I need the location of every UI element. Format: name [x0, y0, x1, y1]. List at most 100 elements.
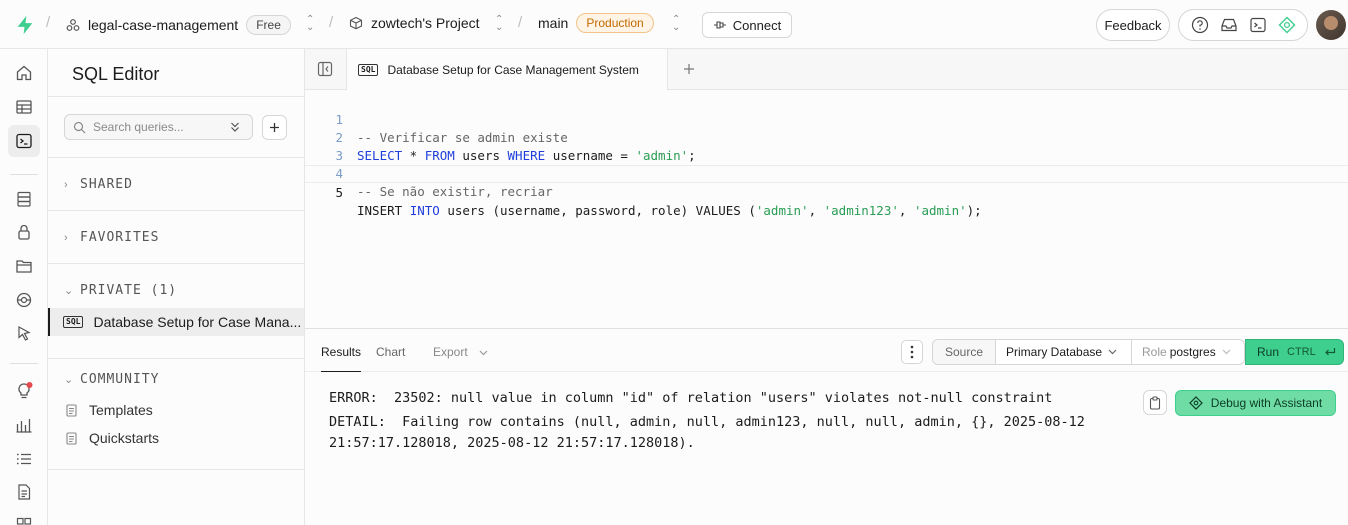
nav-home[interactable] — [8, 57, 40, 89]
chevron-down-icon: ⌄ — [64, 374, 75, 386]
breadcrumb-separator: / — [329, 14, 334, 31]
export-dropdown[interactable]: Export — [433, 345, 488, 359]
sidebar-divider — [48, 210, 304, 211]
chevron-right-icon: › — [64, 231, 69, 244]
org-selector[interactable]: legal-case-management Free — [66, 15, 291, 35]
chevron-down-icon — [1222, 349, 1231, 355]
new-query-button[interactable] — [262, 115, 287, 140]
plus-icon — [270, 123, 279, 132]
help-icon[interactable] — [1191, 16, 1209, 34]
feedback-button[interactable]: Feedback — [1096, 9, 1170, 41]
assistant-icon — [1188, 396, 1203, 410]
code-line-current: 5 INSERT INTO users (username, password,… — [305, 165, 1348, 218]
more-vertical-icon — [910, 345, 914, 359]
nav-edge-functions[interactable] — [8, 317, 40, 349]
debug-with-assistant-button[interactable]: Debug with Assistant — [1175, 390, 1336, 416]
sql-editor-sidebar: SQL Editor › SHARED › FAVORITES ⌄ PRIVAT… — [48, 49, 305, 525]
nav-table-editor[interactable] — [8, 91, 40, 123]
table-icon — [16, 100, 32, 114]
export-label: Export — [433, 345, 468, 359]
nav-logs[interactable] — [8, 443, 40, 475]
new-tab-button[interactable] — [683, 59, 695, 80]
nav-advisors[interactable] — [8, 375, 40, 407]
connect-button[interactable]: Connect — [702, 12, 792, 38]
nav-database[interactable] — [8, 183, 40, 215]
database-dropdown[interactable]: Primary Database — [996, 340, 1132, 364]
branch-name: main — [538, 15, 569, 31]
project-selector[interactable]: zowtech's Project — [349, 15, 480, 31]
code-line: 3 — [305, 129, 1348, 163]
collapse-sidebar-icon[interactable] — [317, 61, 333, 77]
sql-file-icon: SQL — [358, 63, 379, 76]
breadcrumb-separator: / — [46, 14, 51, 31]
nav-authentication[interactable] — [8, 216, 40, 248]
project-switch-chevron-icon[interactable]: ⌃ ⌄ — [495, 15, 503, 33]
user-avatar[interactable] — [1316, 10, 1346, 40]
search-icon — [73, 121, 86, 133]
supabase-logo-icon[interactable] — [14, 14, 36, 36]
lock-icon — [18, 224, 30, 240]
cursor-icon — [18, 325, 31, 341]
section-private-label: PRIVATE (1) — [80, 283, 178, 298]
page-icon — [66, 431, 77, 445]
inbox-icon[interactable] — [1220, 16, 1238, 34]
chevron-down-icon — [479, 350, 488, 356]
branch-selector[interactable]: main Production — [538, 13, 654, 33]
tab-results[interactable]: Results — [321, 345, 362, 372]
filter-chevrons-icon[interactable] — [230, 121, 240, 133]
code-text: INSERT INTO users (username, password, r… — [357, 203, 982, 218]
terminal-icon[interactable] — [1249, 16, 1267, 34]
nav-storage[interactable] — [8, 250, 40, 282]
tab-title: Database Setup for Case Management Syste… — [387, 62, 639, 77]
line-number: 5 — [335, 185, 343, 200]
tab-chart[interactable]: Chart — [376, 345, 405, 359]
branch-switch-chevron-icon[interactable]: ⌃ ⌄ — [672, 15, 680, 33]
connection-selector: Source Primary Database Role postgres — [932, 339, 1245, 365]
left-nav-rail — [0, 49, 48, 525]
run-button[interactable]: Run CTRL — [1245, 339, 1344, 365]
debug-label: Debug with Assistant — [1210, 396, 1323, 410]
sidebar-divider — [48, 263, 304, 264]
org-switch-chevron-icon[interactable]: ⌃ ⌄ — [306, 15, 314, 33]
more-options-button[interactable] — [901, 340, 923, 364]
nav-realtime[interactable] — [8, 284, 40, 316]
section-private[interactable]: ⌄ PRIVATE (1) — [64, 283, 177, 298]
search-queries-field[interactable] — [64, 114, 253, 140]
connect-label: Connect — [732, 17, 782, 33]
nav-sql-editor[interactable] — [8, 125, 40, 157]
document-icon — [18, 484, 31, 500]
community-item-quickstarts[interactable]: Quickstarts — [66, 430, 159, 446]
run-shortcut: CTRL — [1287, 346, 1316, 358]
sidebar-divider — [48, 157, 304, 158]
nav-integrations[interactable] — [8, 509, 40, 525]
code-line: 2 SELECT * FROM users WHERE username = '… — [305, 111, 1348, 163]
chevron-right-icon: › — [64, 178, 69, 191]
community-item-templates[interactable]: Templates — [66, 402, 153, 418]
templates-label: Templates — [89, 402, 153, 418]
code-line: 4 -- Se não existir, recriar — [305, 147, 1348, 199]
plan-badge: Free — [246, 15, 291, 35]
section-shared[interactable]: › SHARED — [64, 177, 133, 192]
chart-icon — [16, 419, 32, 433]
tab-active-query[interactable]: SQL Database Setup for Case Management S… — [346, 49, 668, 90]
role-dropdown[interactable]: Role postgres — [1132, 340, 1244, 364]
section-community[interactable]: ⌄ COMMUNITY — [64, 372, 159, 387]
sql-code-editor[interactable]: 1 -- Verificar se admin existe 2 SELECT … — [305, 90, 1348, 328]
source-label-cell: Source — [933, 340, 996, 364]
error-message: ERROR: 23502: null value in column "id" … — [329, 390, 1053, 406]
results-panel: ERROR: 23502: null value in column "id" … — [305, 372, 1348, 525]
section-shared-label: SHARED — [80, 177, 133, 192]
section-favorites-label: FAVORITES — [80, 230, 160, 245]
section-favorites[interactable]: › FAVORITES — [64, 230, 159, 245]
nav-api-docs[interactable] — [8, 476, 40, 508]
chevron-down-icon: ⌄ — [64, 285, 75, 297]
copy-error-button[interactable] — [1143, 390, 1167, 415]
assistant-icon[interactable] — [1278, 16, 1296, 34]
plug-icon — [713, 21, 726, 29]
list-icon — [16, 453, 31, 465]
sql-terminal-icon — [16, 133, 32, 149]
nav-reports[interactable] — [8, 409, 40, 441]
results-toolbar: Results Chart Export Source Primary Data… — [305, 328, 1348, 372]
search-input[interactable] — [93, 120, 223, 134]
private-snippet-item[interactable]: SQL Database Setup for Case Mana... — [48, 308, 304, 336]
